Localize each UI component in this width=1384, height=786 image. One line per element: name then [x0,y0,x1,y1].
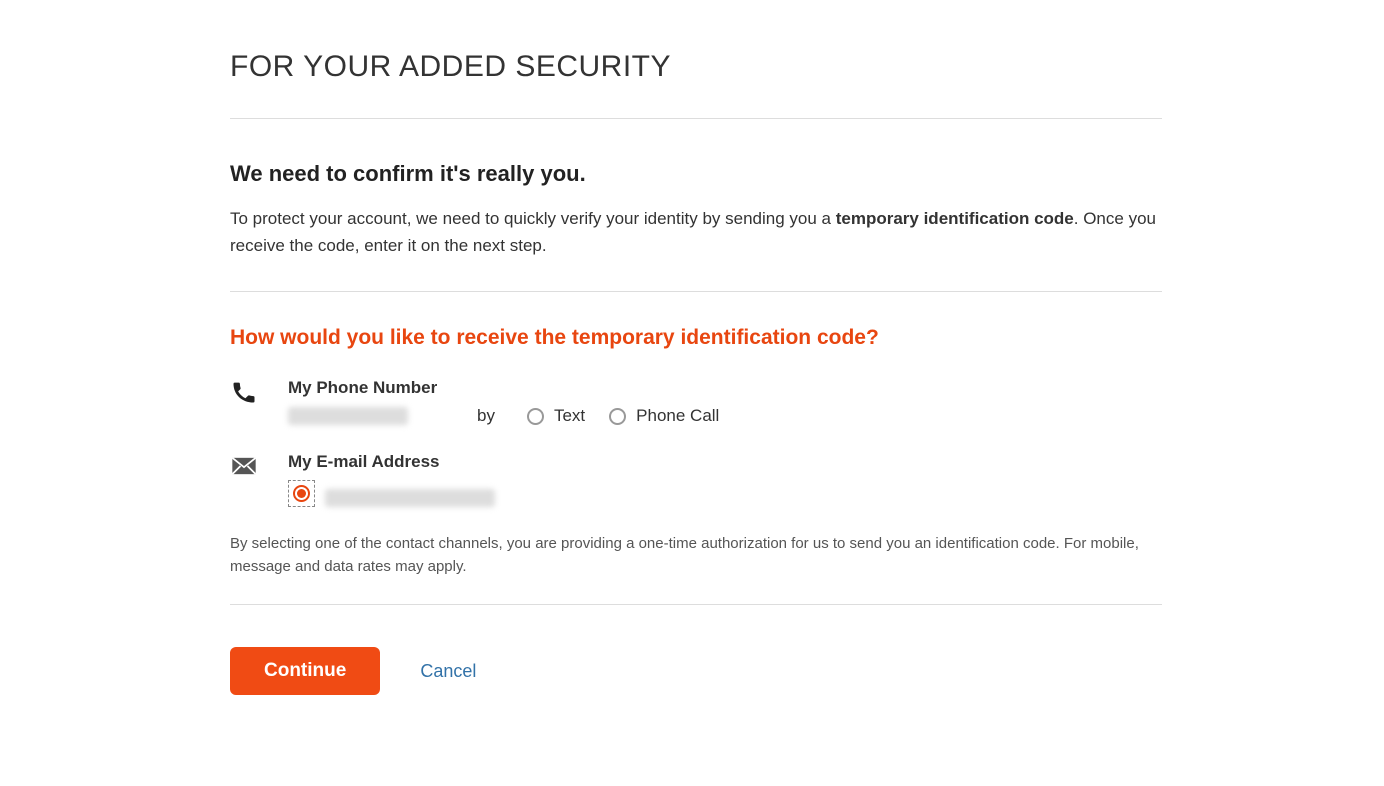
page-title: FOR YOUR ADDED SECURITY [230,50,1162,84]
radio-call-label: Phone Call [636,406,719,426]
disclaimer-text: By selecting one of the contact channels… [230,533,1162,578]
radio-phone-call[interactable] [609,408,626,425]
radio-text-label: Text [554,406,585,426]
intro-strong: temporary identification code [836,209,1074,228]
action-bar: Continue Cancel [230,647,1162,695]
divider [230,604,1162,605]
phone-option-row: My Phone Number by Text Phone Call [230,378,1162,426]
email-label: My E-mail Address [288,452,1162,472]
cancel-link[interactable]: Cancel [420,661,476,682]
intro-text: To protect your account, we need to quic… [230,205,1162,259]
email-option-row: My E-mail Address [230,452,1162,507]
intro-prefix: To protect your account, we need to quic… [230,209,836,228]
divider [230,118,1162,119]
radio-email[interactable] [293,485,310,502]
confirm-subheading: We need to confirm it's really you. [230,161,1162,187]
radio-email-wrap[interactable] [288,480,315,507]
phone-number-masked [288,407,408,425]
phone-icon [230,378,258,406]
phone-label: My Phone Number [288,378,1162,398]
radio-text[interactable] [527,408,544,425]
divider [230,291,1162,292]
mail-icon [230,452,258,480]
email-address-masked [325,489,495,507]
continue-button[interactable]: Continue [230,647,380,695]
by-text: by [477,406,495,426]
delivery-question: How would you like to receive the tempor… [230,326,1162,350]
